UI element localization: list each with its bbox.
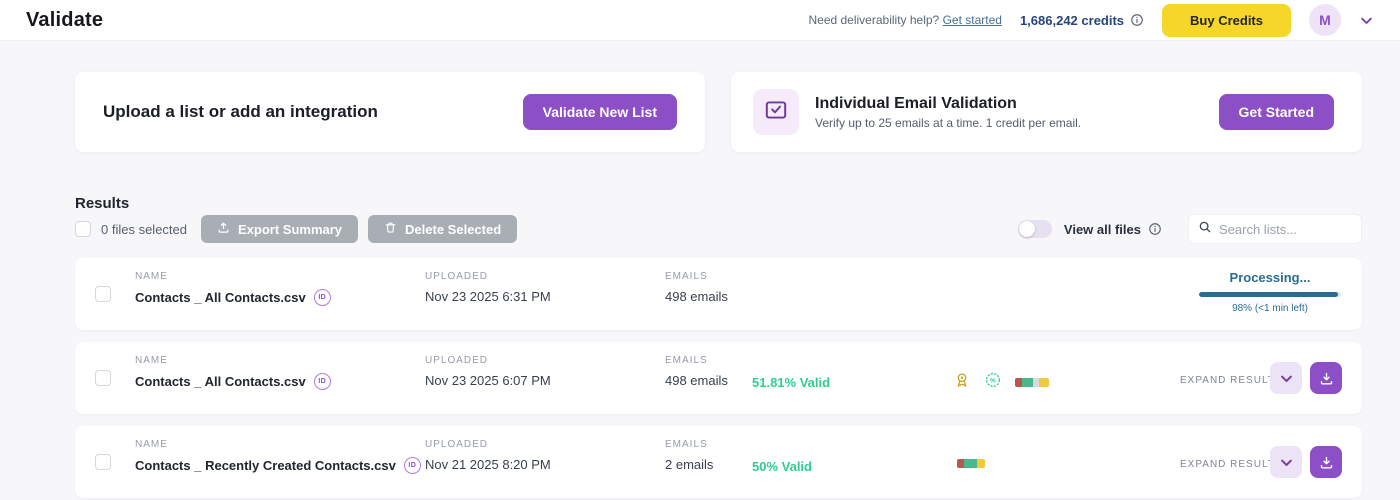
view-all-label: View all files	[1064, 222, 1141, 237]
valid-percentage: 51.81% Valid	[752, 375, 830, 390]
uploaded-column-label: UPLOADED	[425, 355, 551, 366]
page-title: Validate	[26, 9, 103, 32]
individual-card-title: Individual Email Validation	[815, 95, 1081, 113]
buy-credits-button[interactable]: Buy Credits	[1162, 4, 1291, 37]
svg-text:%: %	[990, 377, 996, 384]
delete-selected-button[interactable]: Delete Selected	[368, 215, 517, 243]
emails-value: 498 emails	[665, 373, 728, 388]
files-selected-text: 0 files selected	[101, 222, 187, 237]
emails-value: 498 emails	[665, 289, 728, 304]
view-all-info-icon[interactable]	[1148, 222, 1162, 236]
processing-status: Processing... 98% (<1 min left)	[1199, 270, 1341, 314]
uploaded-cell: UPLOADED Nov 21 2025 8:20 PM	[425, 439, 551, 472]
download-results-button[interactable]	[1310, 362, 1342, 394]
row-checkbox[interactable]	[95, 286, 111, 302]
export-summary-label: Export Summary	[238, 222, 342, 237]
individual-validation-card: Individual Email Validation Verify up to…	[731, 72, 1362, 152]
table-row: NAME Contacts _ All Contacts.csv ID UPLO…	[75, 258, 1362, 330]
name-column-label: NAME	[135, 439, 421, 450]
expand-results-link[interactable]: EXPAND RESULTS	[1180, 375, 1283, 386]
percent-seal-icon: %	[984, 371, 1002, 394]
uploaded-cell: UPLOADED Nov 23 2025 6:07 PM	[425, 355, 551, 388]
export-icon	[217, 221, 230, 237]
row-checkbox[interactable]	[95, 370, 111, 386]
uploaded-value: Nov 23 2025 6:31 PM	[425, 289, 551, 304]
envelope-check-icon	[763, 97, 789, 128]
upload-list-card: Upload a list or add an integration Vali…	[75, 72, 705, 152]
processing-label: Processing...	[1199, 270, 1341, 285]
avatar[interactable]: M	[1309, 4, 1341, 36]
emails-cell: EMAILS 2 emails	[665, 439, 713, 472]
id-badge[interactable]: ID	[314, 289, 331, 306]
delete-selected-label: Delete Selected	[405, 222, 501, 237]
uploaded-value: Nov 23 2025 6:07 PM	[425, 373, 551, 388]
progress-text: 98% (<1 min left)	[1199, 303, 1341, 314]
individual-card-text: Individual Email Validation Verify up to…	[815, 95, 1081, 130]
view-all-toggle[interactable]	[1018, 220, 1052, 238]
results-distribution-mini-bar-icon	[1015, 378, 1049, 387]
validate-new-list-button[interactable]: Validate New List	[523, 94, 677, 130]
id-badge[interactable]: ID	[314, 373, 331, 390]
id-badge[interactable]: ID	[404, 457, 421, 474]
header-right: Need deliverability help? Get started 1,…	[808, 4, 1374, 37]
get-started-link[interactable]: Get started	[943, 13, 1002, 27]
results-toolbar: 0 files selected Export Summary Delete S…	[75, 214, 1362, 244]
emails-cell: EMAILS 498 emails	[665, 271, 728, 304]
toggle-knob	[1019, 221, 1035, 237]
toolbar-right: View all files	[1018, 214, 1362, 244]
valid-percentage: 50% Valid	[752, 459, 812, 474]
name-column-label: NAME	[135, 271, 331, 282]
table-row: NAME Contacts _ All Contacts.csv ID UPLO…	[75, 342, 1362, 414]
emails-column-label: EMAILS	[665, 355, 728, 366]
individual-card-subtitle: Verify up to 25 emails at a time. 1 cred…	[815, 116, 1081, 130]
expand-chevron-button[interactable]	[1270, 446, 1302, 478]
table-row: NAME Contacts _ Recently Created Contact…	[75, 426, 1362, 498]
trash-icon	[384, 221, 397, 237]
action-cards: Upload a list or add an integration Vali…	[75, 72, 1362, 152]
results-heading: Results	[75, 195, 129, 212]
search-icon	[1198, 220, 1212, 239]
account-chevron-down-icon[interactable]	[1359, 13, 1374, 28]
emails-cell: EMAILS 498 emails	[665, 355, 728, 388]
search-input[interactable]	[1219, 222, 1352, 237]
row-checkbox[interactable]	[95, 454, 111, 470]
name-cell: NAME Contacts _ All Contacts.csv ID	[135, 271, 331, 306]
validate-page: Validate Need deliverability help? Get s…	[0, 0, 1400, 500]
credits-value: 1,686,242 credits	[1020, 13, 1124, 28]
help-question: Need deliverability help?	[808, 13, 939, 27]
progress-fill	[1199, 292, 1338, 297]
uploaded-column-label: UPLOADED	[425, 271, 551, 282]
uploaded-column-label: UPLOADED	[425, 439, 551, 450]
file-name: Contacts _ All Contacts.csv	[135, 290, 306, 305]
expand-chevron-button[interactable]	[1270, 362, 1302, 394]
download-results-button[interactable]	[1310, 446, 1342, 478]
file-name: Contacts _ All Contacts.csv	[135, 374, 306, 389]
help-text: Need deliverability help? Get started	[808, 13, 1001, 27]
top-header: Validate Need deliverability help? Get s…	[0, 0, 1400, 41]
uploaded-cell: UPLOADED Nov 23 2025 6:31 PM	[425, 271, 551, 304]
get-started-button[interactable]: Get Started	[1219, 94, 1334, 130]
email-icon-tile	[753, 89, 799, 135]
name-cell: NAME Contacts _ Recently Created Contact…	[135, 439, 421, 474]
emails-value: 2 emails	[665, 457, 713, 472]
credits-info-icon[interactable]	[1130, 13, 1144, 27]
expand-results-link[interactable]: EXPAND RESULTS	[1180, 459, 1283, 470]
results-distribution-mini-bar-icon	[957, 459, 985, 468]
select-all-checkbox[interactable]	[75, 221, 91, 237]
emails-column-label: EMAILS	[665, 439, 713, 450]
name-column-label: NAME	[135, 355, 331, 366]
progress-bar	[1199, 292, 1341, 297]
search-lists-box	[1188, 214, 1362, 244]
uploaded-value: Nov 21 2025 8:20 PM	[425, 457, 551, 472]
award-ribbon-icon	[953, 371, 971, 394]
file-name: Contacts _ Recently Created Contacts.csv	[135, 458, 396, 473]
credits-counter: 1,686,242 credits	[1020, 13, 1144, 28]
upload-card-title: Upload a list or add an integration	[103, 102, 378, 122]
export-summary-button[interactable]: Export Summary	[201, 215, 358, 243]
emails-column-label: EMAILS	[665, 271, 728, 282]
result-badges: %	[953, 371, 1049, 394]
name-cell: NAME Contacts _ All Contacts.csv ID	[135, 355, 331, 390]
